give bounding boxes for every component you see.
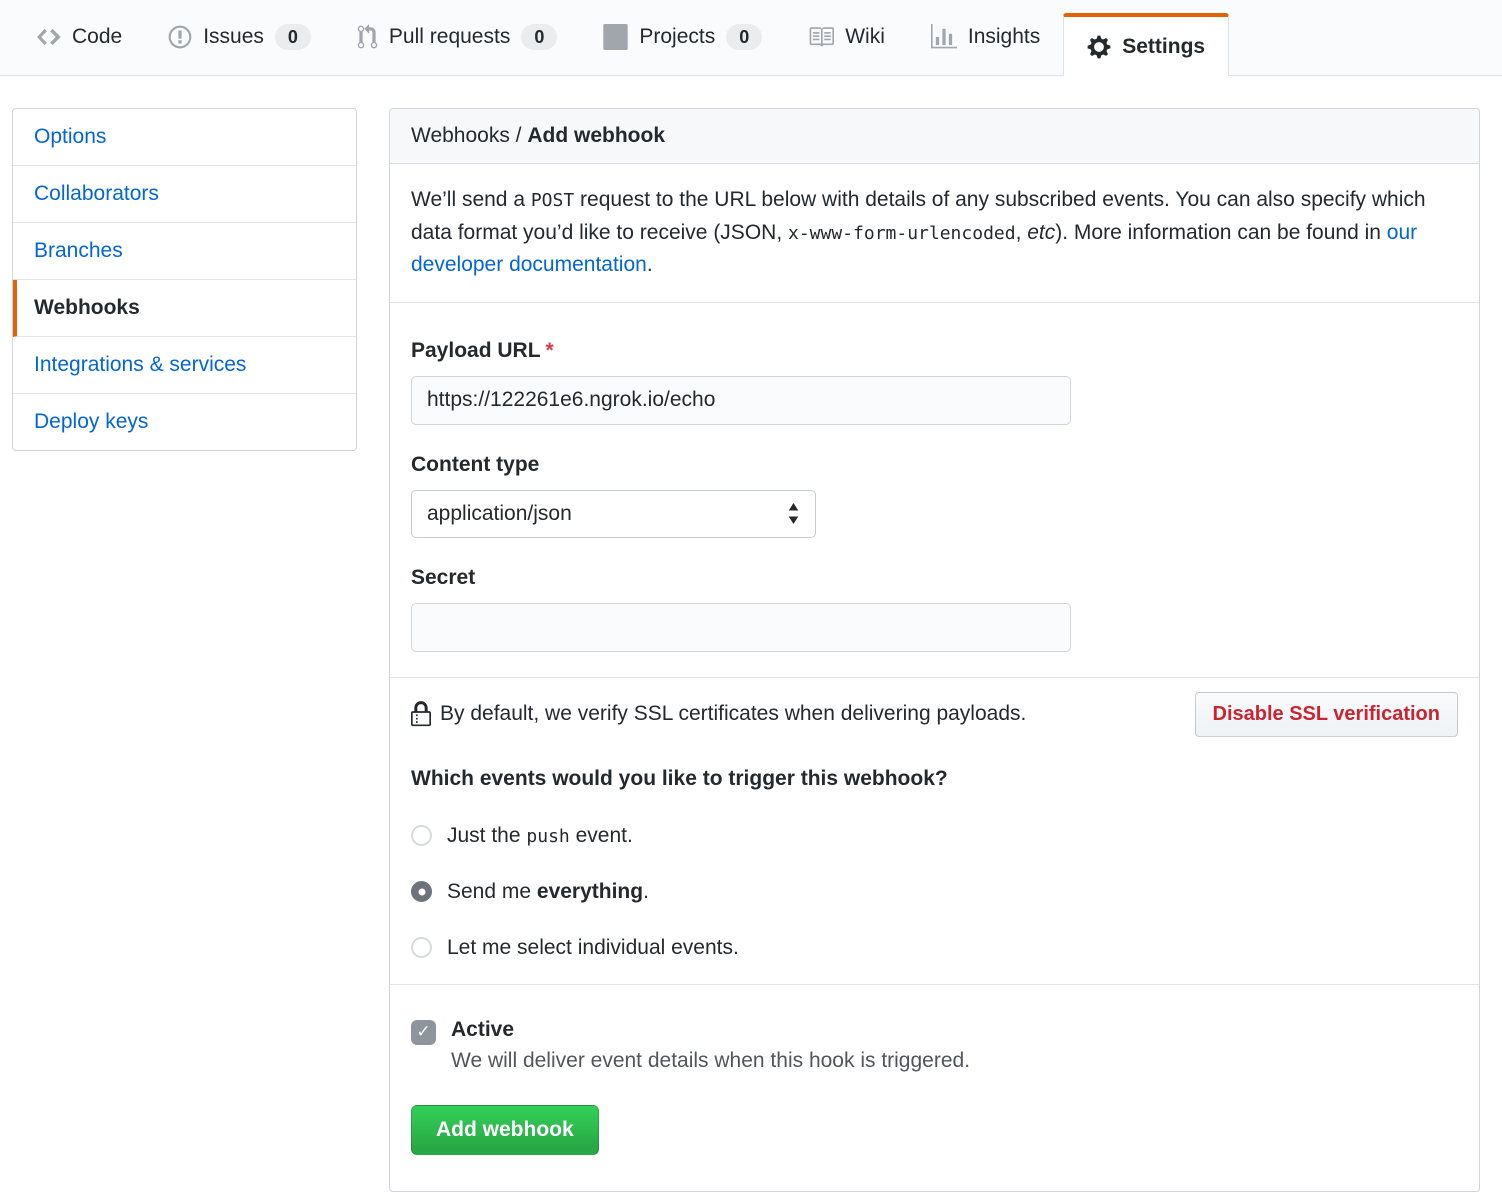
settings-content: Options Collaborators Branches Webhooks …	[0, 76, 1502, 1192]
secret-label: Secret	[411, 566, 1458, 590]
issues-count-badge: 0	[275, 24, 311, 50]
tab-label: Code	[72, 25, 122, 49]
project-icon	[603, 24, 628, 50]
webhook-form: Payload URL* Content type application/js…	[390, 303, 1479, 677]
active-helper-text: We will deliver event details when this …	[451, 1049, 970, 1073]
payload-url-label: Payload URL*	[411, 339, 1458, 363]
sidebar-item-deploy-keys[interactable]: Deploy keys	[13, 394, 356, 450]
active-label: Active	[451, 1018, 970, 1042]
etc-italic-text: etc	[1027, 221, 1055, 244]
graph-icon	[931, 24, 957, 50]
required-asterisk: *	[546, 339, 554, 362]
radio-send-everything[interactable]	[411, 881, 432, 902]
active-text-block: Active We will deliver event details whe…	[451, 1018, 970, 1073]
push-code-text: push	[526, 826, 569, 847]
webhook-description: We’ll send a POST request to the URL bel…	[390, 164, 1479, 303]
tab-label: Insights	[968, 25, 1040, 49]
tab-label: Pull requests	[389, 25, 510, 49]
tab-label: Issues	[203, 25, 264, 49]
ssl-text: By default, we verify SSL certificates w…	[440, 702, 1026, 726]
radio-dot	[418, 888, 425, 895]
post-code-text: POST	[531, 190, 574, 211]
sidebar-item-branches[interactable]: Branches	[13, 223, 356, 280]
radio-label: Just the push event.	[447, 824, 633, 848]
active-section: ✓ Active We will deliver event details w…	[390, 984, 1479, 1191]
content-type-label: Content type	[411, 453, 1458, 477]
tab-code[interactable]: Code	[13, 0, 145, 75]
description-text: ). More information can be found in	[1055, 221, 1387, 244]
secret-input[interactable]	[411, 603, 1071, 652]
active-row: ✓ Active We will deliver event details w…	[411, 1018, 1458, 1073]
description-text: ,	[1016, 221, 1028, 244]
tab-insights[interactable]: Insights	[908, 0, 1063, 75]
everything-bold-text: everything	[537, 880, 643, 903]
page-title: Add webhook	[527, 124, 665, 147]
breadcrumb-separator: /	[510, 124, 528, 147]
content-type-selected-value: application/json	[427, 502, 572, 526]
tab-projects[interactable]: Projects 0	[580, 0, 785, 75]
radio-just-push[interactable]	[411, 825, 432, 846]
radio-label: Send me everything.	[447, 880, 649, 904]
select-arrows-icon	[787, 503, 800, 524]
event-option-individual: Let me select individual events.	[411, 936, 1458, 960]
settings-sidebar: Options Collaborators Branches Webhooks …	[12, 108, 357, 451]
description-text: .	[647, 253, 653, 276]
radio-label: Let me select individual events.	[447, 936, 739, 960]
events-heading: Which events would you like to trigger t…	[411, 767, 1458, 791]
add-webhook-button[interactable]: Add webhook	[411, 1105, 599, 1155]
event-option-just-push: Just the push event.	[411, 824, 1458, 848]
pull-request-icon	[357, 24, 378, 50]
payload-url-input[interactable]	[411, 376, 1071, 425]
code-icon	[36, 24, 61, 50]
projects-count-badge: 0	[726, 24, 762, 50]
disable-ssl-verification-button[interactable]: Disable SSL verification	[1195, 692, 1459, 737]
secret-group: Secret	[411, 566, 1458, 652]
description-text: We’ll send a	[411, 188, 531, 211]
issue-opened-icon	[168, 24, 192, 50]
ssl-message: By default, we verify SSL certificates w…	[411, 701, 1026, 728]
sidebar-item-options[interactable]: Options	[13, 109, 356, 166]
tab-settings[interactable]: Settings	[1063, 13, 1229, 76]
book-icon	[808, 24, 834, 50]
content-type-select[interactable]: application/json	[411, 490, 816, 538]
radio-individual-events[interactable]	[411, 937, 432, 958]
add-webhook-panel: Webhooks / Add webhook We’ll send a POST…	[389, 108, 1480, 1192]
tab-pull-requests[interactable]: Pull requests 0	[334, 0, 580, 75]
event-option-everything: Send me everything.	[411, 880, 1458, 904]
sidebar-item-collaborators[interactable]: Collaborators	[13, 166, 356, 223]
sidebar-item-integrations-services[interactable]: Integrations & services	[13, 337, 356, 394]
tab-label: Settings	[1122, 35, 1205, 59]
ssl-verification-row: By default, we verify SSL certificates w…	[390, 677, 1479, 751]
breadcrumb-webhooks-link[interactable]: Webhooks	[411, 124, 510, 147]
sidebar-item-webhooks[interactable]: Webhooks	[13, 280, 356, 337]
pull-requests-count-badge: 0	[521, 24, 557, 50]
breadcrumb: Webhooks / Add webhook	[390, 109, 1479, 164]
lock-icon	[411, 701, 431, 728]
tab-wiki[interactable]: Wiki	[785, 0, 908, 75]
gear-icon	[1087, 34, 1111, 60]
tab-label: Projects	[639, 25, 715, 49]
events-section: Which events would you like to trigger t…	[390, 751, 1479, 984]
active-checkbox[interactable]: ✓	[411, 1020, 436, 1045]
tab-label: Wiki	[845, 25, 885, 49]
content-type-group: Content type application/json	[411, 453, 1458, 538]
repo-nav: Code Issues 0 Pull requests 0 Projects 0…	[0, 0, 1502, 76]
payload-url-group: Payload URL*	[411, 339, 1458, 425]
tab-issues[interactable]: Issues 0	[145, 0, 334, 75]
urlencoded-code-text: x-www-form-urlencoded	[788, 223, 1016, 244]
